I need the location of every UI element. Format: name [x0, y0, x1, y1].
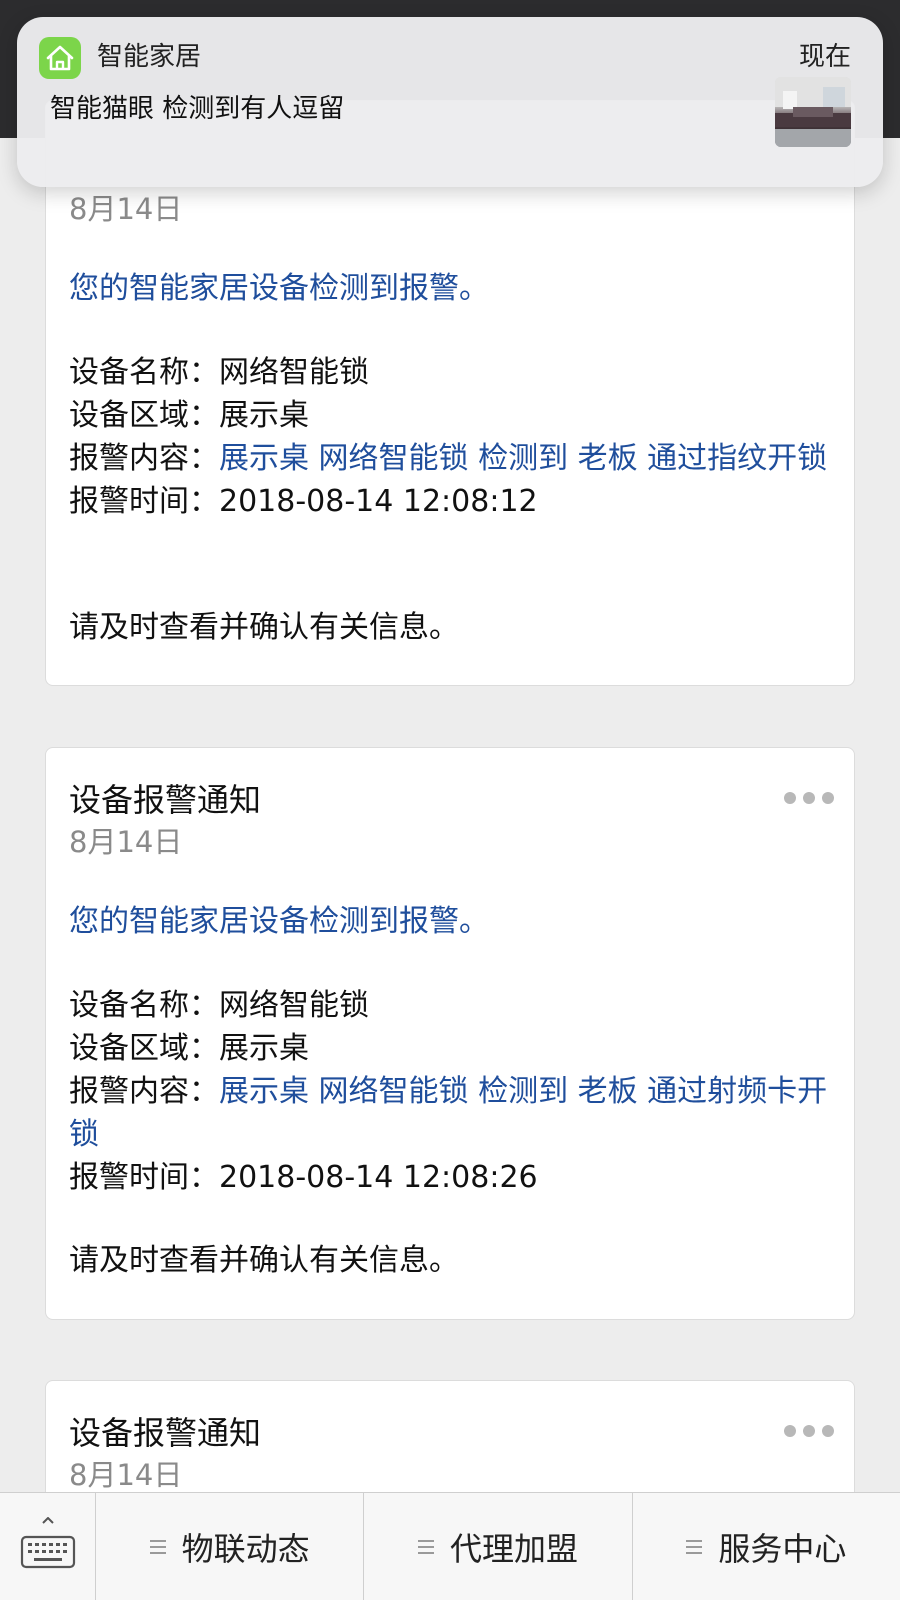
- message-title: 设备报警通知: [69, 1414, 262, 1452]
- alarm-time-row: 报警时间：2018-08-14 12:08:12: [69, 480, 839, 523]
- alarm-time-label: 报警时间：: [69, 1160, 219, 1195]
- alarm-time-row: 报警时间：2018-08-14 12:08:26: [69, 1156, 839, 1199]
- device-area-label: 设备区域：: [69, 398, 219, 433]
- menu-button-iot-news[interactable]: 物联动态: [96, 1493, 365, 1600]
- alarm-time-label: 报警时间：: [69, 484, 219, 519]
- menu-button-agent-join[interactable]: 代理加盟: [364, 1493, 633, 1600]
- menu-button-service-center[interactable]: 服务中心: [633, 1493, 900, 1600]
- notification-thumbnail: [775, 77, 851, 147]
- menu-button-label: 服务中心: [718, 1530, 847, 1568]
- more-options-icon[interactable]: [784, 1425, 834, 1437]
- alarm-content-value: 展示桌 网络智能锁 检测到 老板 通过指纹开锁: [219, 441, 828, 476]
- notification-message: 智能猫眼 检测到有人逗留: [50, 94, 345, 124]
- alarm-content-row: 报警内容：展示桌 网络智能锁 检测到 老板 通过射频卡开锁: [69, 1070, 839, 1156]
- alarm-message-card: 8月14日 您的智能家居设备检测到报警。 设备名称：网络智能锁 设备区域：展示桌…: [45, 100, 855, 686]
- device-area-label: 设备区域：: [69, 1031, 219, 1066]
- alarm-footer-note: 请及时查看并确认有关信息。: [69, 610, 459, 645]
- menu-button-label: 代理加盟: [449, 1530, 578, 1568]
- menu-list-icon: [417, 1540, 434, 1554]
- menu-list-icon: [686, 1540, 703, 1554]
- alarm-footer-note: 请及时查看并确认有关信息。: [69, 1243, 459, 1278]
- device-area-value: 展示桌: [219, 398, 309, 433]
- keyboard-toggle-button[interactable]: [0, 1493, 96, 1600]
- alarm-content-label: 报警内容：: [69, 1074, 219, 1109]
- push-notification[interactable]: 智能家居 现在 智能猫眼 检测到有人逗留: [17, 17, 883, 187]
- keyboard-icon: [20, 1517, 76, 1569]
- device-name-label: 设备名称：: [69, 355, 219, 390]
- device-area-row: 设备区域：展示桌: [69, 1027, 839, 1070]
- device-name-label: 设备名称：: [69, 988, 219, 1023]
- device-name-row: 设备名称：网络智能锁: [69, 351, 839, 394]
- notification-app-name: 智能家居: [97, 42, 202, 72]
- message-title: 设备报警通知: [69, 781, 262, 819]
- device-area-value: 展示桌: [219, 1031, 309, 1066]
- device-name-value: 网络智能锁: [219, 988, 369, 1023]
- device-name-value: 网络智能锁: [219, 355, 369, 390]
- alarm-fields: 设备名称：网络智能锁 设备区域：展示桌 报警内容：展示桌 网络智能锁 检测到 老…: [69, 984, 839, 1199]
- alarm-intro: 您的智能家居设备检测到报警。: [69, 271, 489, 306]
- alarm-time-value: 2018-08-14 12:08:12: [219, 484, 538, 519]
- alarm-time-value: 2018-08-14 12:08:26: [219, 1160, 538, 1195]
- message-date: 8月14日: [69, 1458, 183, 1492]
- alarm-message-card: 设备报警通知 8月14日 您的智能家居设备检测到报警。 设备名称：网络智能锁 设…: [45, 747, 855, 1320]
- message-date: 8月14日: [69, 192, 183, 226]
- menu-button-label: 物联动态: [181, 1530, 310, 1568]
- message-date: 8月14日: [69, 825, 183, 859]
- home-icon: [39, 37, 81, 79]
- alarm-intro: 您的智能家居设备检测到报警。: [69, 904, 489, 939]
- notification-time: 现在: [798, 42, 851, 72]
- menu-list-icon: [149, 1540, 166, 1554]
- bottom-menu-bar: 物联动态 代理加盟 服务中心: [0, 1492, 900, 1600]
- device-area-row: 设备区域：展示桌: [69, 394, 839, 437]
- more-options-icon[interactable]: [784, 792, 834, 804]
- alarm-content-label: 报警内容：: [69, 441, 219, 476]
- alarm-fields: 设备名称：网络智能锁 设备区域：展示桌 报警内容：展示桌 网络智能锁 检测到 老…: [69, 351, 839, 523]
- alarm-content-row: 报警内容：展示桌 网络智能锁 检测到 老板 通过指纹开锁: [69, 437, 839, 480]
- device-name-row: 设备名称：网络智能锁: [69, 984, 839, 1027]
